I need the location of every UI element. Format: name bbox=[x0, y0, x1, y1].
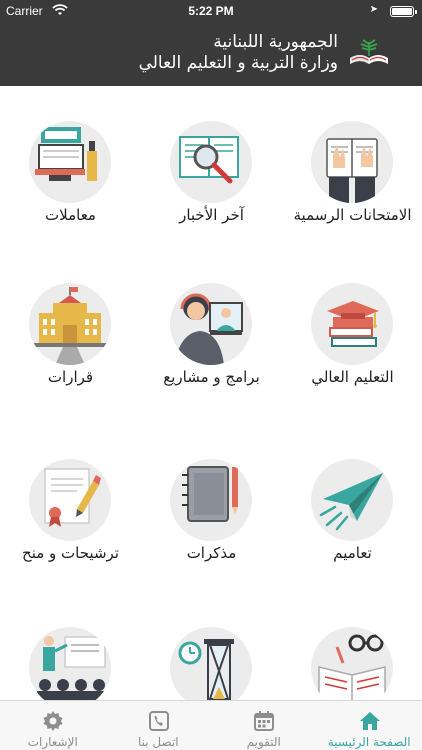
tile-label: الامتحانات الرسمية bbox=[293, 206, 412, 224]
header-title-country: الجمهورية اللبنانية bbox=[213, 32, 338, 52]
menu-grid: الامتحانات الرسمية آخر الأخبار معاملات ا… bbox=[0, 86, 422, 700]
clock: 5:22 PM bbox=[188, 4, 234, 18]
tile-label: مذكرات bbox=[186, 544, 237, 562]
tab-contact-label: اتصل بنا bbox=[137, 735, 179, 749]
tab-bar: الصفحة الرئيسية التقويم اتصل بنا الإشعار… bbox=[0, 700, 422, 750]
books-mortarboard-icon bbox=[311, 283, 393, 365]
tile-label: ترشيحات و منح bbox=[22, 544, 119, 562]
header-title-ministry: وزارة التربية و التعليم العالي bbox=[138, 53, 338, 73]
open-book-glasses-icon bbox=[311, 627, 393, 700]
tab-calendar-label: التقويم bbox=[246, 735, 281, 749]
tile-label: قرارات bbox=[47, 368, 94, 386]
home-icon bbox=[359, 712, 380, 730]
government-building-icon bbox=[29, 283, 111, 365]
presentation-audience-icon bbox=[29, 627, 111, 700]
newspaper-magnifier-icon bbox=[170, 121, 252, 203]
tile-label: معاملات bbox=[45, 206, 96, 224]
location-arrow-icon: ➤ bbox=[369, 4, 378, 15]
app-header: الجمهورية اللبنانية وزارة التربية و التع… bbox=[0, 22, 422, 86]
tab-notifications-label: الإشعارات bbox=[27, 735, 78, 749]
gear-icon bbox=[43, 711, 63, 731]
tab-notifications[interactable]: الإشعارات bbox=[0, 701, 106, 750]
ministry-logo-icon bbox=[350, 39, 388, 64]
tab-home-label: الصفحة الرئيسية bbox=[327, 735, 411, 749]
tile-label: التعليم العالي bbox=[311, 368, 394, 386]
notebook-pencil-icon bbox=[170, 459, 252, 541]
tab-home[interactable]: الصفحة الرئيسية bbox=[317, 701, 422, 750]
certificate-pencil-icon bbox=[29, 459, 111, 541]
tile-label: تعاميم bbox=[333, 544, 372, 562]
tile-label: برامج و مشاريع bbox=[163, 368, 260, 386]
header-titles: الجمهورية اللبنانية وزارة التربية و التع… bbox=[139, 32, 338, 74]
calendar-icon bbox=[254, 711, 274, 731]
tab-calendar[interactable]: التقويم bbox=[211, 701, 317, 750]
video-conference-icon bbox=[170, 283, 252, 365]
tile-label: آخر الأخبار bbox=[179, 206, 244, 224]
paper-plane-icon bbox=[311, 459, 393, 541]
phone-icon bbox=[148, 711, 169, 731]
battery-icon bbox=[390, 6, 417, 17]
status-bar: Carrier 5:22 PM ➤ bbox=[0, 0, 422, 22]
hourglass-clock-icon bbox=[170, 627, 252, 700]
exam-hands-book-icon bbox=[311, 121, 393, 203]
transactions-desk-icon bbox=[29, 121, 111, 203]
tab-contact[interactable]: اتصل بنا bbox=[106, 701, 212, 750]
